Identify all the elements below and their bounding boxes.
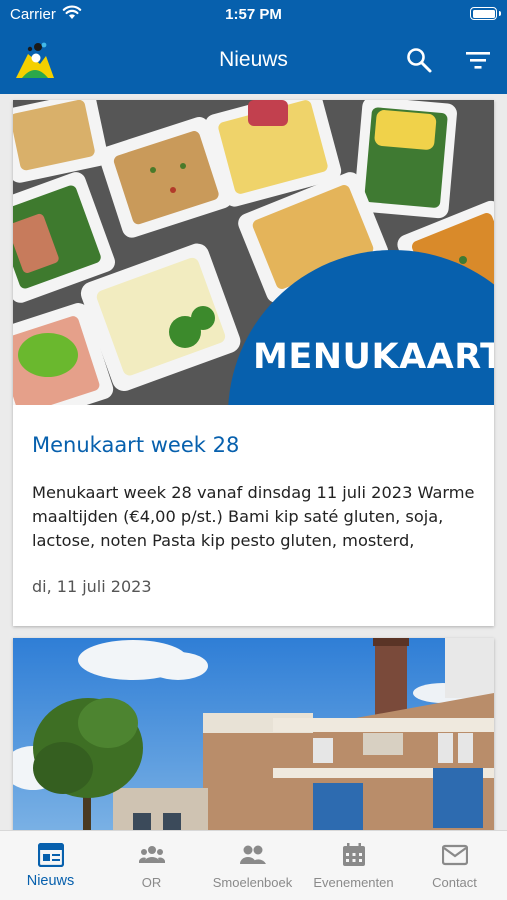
calendar-icon [343, 843, 365, 866]
tab-bar: Nieuws OR Smoelenboek Evenementen Contac… [0, 830, 507, 900]
news-date: di, 11 juli 2023 [32, 577, 152, 596]
battery-icon [470, 7, 501, 20]
tab-label: Smoelenboek [212, 875, 293, 890]
news-card[interactable]: MENUKAART Menukaart week 28 Menukaart we… [13, 100, 494, 626]
header: Carrier 1:57 PM Nieuws [0, 0, 507, 94]
app-bar: Nieuws [0, 30, 507, 94]
tab-evenementen[interactable]: Evenementen [303, 831, 404, 900]
group-icon [139, 846, 165, 863]
tab-smoelenboek[interactable]: Smoelenboek [202, 831, 303, 900]
tab-label: Nieuws [26, 873, 75, 889]
tab-nieuws[interactable]: Nieuws [0, 831, 101, 900]
news-excerpt: Menukaart week 28 vanaf dinsdag 11 juli … [32, 483, 475, 550]
status-bar: Carrier 1:57 PM [0, 0, 507, 30]
building-photo [13, 638, 494, 830]
tab-or[interactable]: OR [101, 831, 202, 900]
badge-label: MENUKAART [253, 337, 494, 377]
clock: 1:57 PM [225, 6, 282, 23]
filter-icon[interactable] [465, 48, 491, 72]
search-icon[interactable] [405, 46, 433, 74]
news-card[interactable] [13, 638, 494, 830]
tab-label: Evenementen [313, 875, 394, 890]
people-icon [240, 845, 266, 864]
tab-label: OR [141, 875, 162, 890]
tab-label: Contact [432, 875, 477, 890]
mail-icon [442, 844, 468, 866]
news-card-image [13, 638, 494, 830]
newspaper-icon [38, 843, 64, 867]
news-card-image: MENUKAART [13, 100, 494, 405]
tab-contact[interactable]: Contact [404, 831, 505, 900]
news-title[interactable]: Menukaart week 28 [32, 433, 239, 457]
news-feed[interactable]: MENUKAART Menukaart week 28 Menukaart we… [0, 94, 507, 830]
